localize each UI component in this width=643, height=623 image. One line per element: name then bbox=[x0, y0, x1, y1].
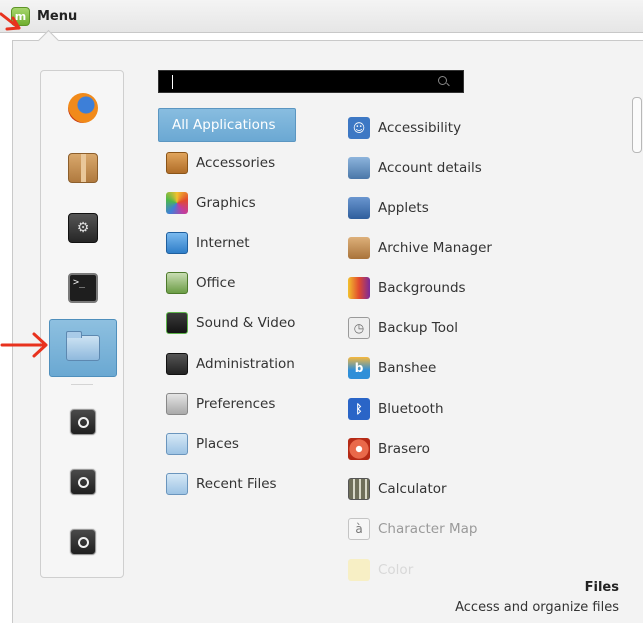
favorite-firefox[interactable] bbox=[49, 79, 117, 137]
bluetooth-icon: ᛒ bbox=[348, 398, 370, 420]
favorite-terminal[interactable]: >_ bbox=[49, 259, 117, 317]
category-accessories[interactable]: Accessories bbox=[158, 146, 318, 180]
category-graphics[interactable]: Graphics bbox=[158, 186, 318, 220]
category-recent-files[interactable]: Recent Files bbox=[158, 467, 318, 501]
firefox-icon bbox=[68, 93, 98, 123]
color-icon bbox=[348, 559, 370, 581]
app-label: Bluetooth bbox=[378, 401, 444, 417]
lock-screen-button[interactable] bbox=[49, 393, 117, 451]
disc-icon bbox=[348, 438, 370, 460]
app-backgrounds[interactable]: Backgrounds bbox=[348, 273, 466, 303]
app-label: Backup Tool bbox=[378, 320, 458, 336]
category-label: Sound & Video bbox=[196, 315, 296, 331]
logout-button[interactable] bbox=[49, 453, 117, 511]
top-panel: m Menu bbox=[0, 0, 643, 33]
category-office[interactable]: Office bbox=[158, 266, 318, 300]
app-label: Character Map bbox=[378, 521, 478, 537]
app-backup-tool[interactable]: ◷ Backup Tool bbox=[348, 313, 458, 343]
shutdown-button[interactable] bbox=[49, 513, 117, 571]
app-label: Accessibility bbox=[378, 120, 462, 136]
app-banshee[interactable]: b Banshee bbox=[348, 353, 436, 383]
app-label: Applets bbox=[378, 200, 429, 216]
archive-icon bbox=[68, 153, 98, 183]
graphics-icon bbox=[166, 192, 188, 214]
app-label: Banshee bbox=[378, 360, 437, 376]
backup-clock-icon: ◷ bbox=[348, 317, 370, 339]
app-bluetooth[interactable]: ᛒ Bluetooth bbox=[348, 394, 444, 424]
app-label: Calculator bbox=[378, 481, 447, 497]
favorites-separator bbox=[71, 384, 93, 385]
folder-icon bbox=[66, 331, 100, 361]
admin-gear-icon bbox=[166, 353, 188, 375]
internet-icon bbox=[166, 232, 188, 254]
banshee-icon: b bbox=[348, 357, 370, 379]
app-color[interactable]: Color bbox=[348, 555, 413, 585]
category-label: Preferences bbox=[196, 396, 276, 412]
menu-label: Menu bbox=[37, 8, 78, 24]
film-icon bbox=[166, 312, 188, 334]
power-icon bbox=[70, 529, 96, 555]
app-calculator[interactable]: Calculator bbox=[348, 474, 447, 504]
search-box[interactable] bbox=[158, 70, 464, 93]
text-cursor bbox=[172, 75, 173, 89]
category-internet[interactable]: Internet bbox=[158, 226, 318, 260]
app-label: Backgrounds bbox=[378, 280, 466, 296]
category-label: Recent Files bbox=[196, 476, 277, 492]
category-label: All Applications bbox=[172, 117, 276, 133]
applets-icon bbox=[348, 197, 370, 219]
favorite-archive-manager[interactable] bbox=[49, 139, 117, 197]
search-input[interactable] bbox=[159, 71, 429, 92]
terminal-icon: >_ bbox=[68, 273, 98, 303]
favorite-files[interactable] bbox=[49, 319, 117, 377]
app-account-details[interactable]: Account details bbox=[348, 153, 482, 183]
app-label: Color bbox=[378, 562, 414, 578]
category-label: Accessories bbox=[196, 155, 276, 171]
character-map-icon: à bbox=[348, 518, 370, 540]
calculator-icon bbox=[348, 478, 370, 500]
annotation-arrow-files bbox=[0, 332, 48, 358]
category-preferences[interactable]: Preferences bbox=[158, 387, 318, 421]
archive-icon bbox=[348, 237, 370, 259]
app-character-map[interactable]: à Character Map bbox=[348, 514, 477, 544]
app-applets[interactable]: Applets bbox=[348, 193, 429, 223]
category-label: Administration bbox=[196, 356, 295, 372]
category-label: Graphics bbox=[196, 195, 256, 211]
user-icon bbox=[348, 157, 370, 179]
favorite-system-settings[interactable]: ⚙ bbox=[49, 199, 117, 257]
office-icon bbox=[166, 272, 188, 294]
app-label: Account details bbox=[378, 160, 482, 176]
search-icon bbox=[438, 76, 447, 85]
category-places[interactable]: Places bbox=[158, 427, 318, 461]
app-label: Brasero bbox=[378, 441, 430, 457]
selected-app-title: Files bbox=[584, 580, 619, 595]
category-label: Office bbox=[196, 275, 236, 291]
app-brasero[interactable]: Brasero bbox=[348, 434, 430, 464]
scrollbar-thumb[interactable] bbox=[632, 97, 642, 153]
app-label: Archive Manager bbox=[378, 240, 492, 256]
backgrounds-icon bbox=[348, 277, 370, 299]
category-label: Places bbox=[196, 436, 239, 452]
accessories-icon bbox=[166, 152, 188, 174]
category-label: Internet bbox=[196, 235, 250, 251]
category-all-applications[interactable]: All Applications bbox=[158, 108, 296, 142]
app-accessibility[interactable]: ☺ Accessibility bbox=[348, 113, 461, 143]
app-archive-manager[interactable]: Archive Manager bbox=[348, 233, 492, 263]
annotation-arrow-menu bbox=[0, 12, 21, 31]
favorites-sidebar: ⚙ >_ bbox=[40, 70, 124, 578]
category-administration[interactable]: Administration bbox=[158, 347, 318, 381]
selected-app-description: Access and organize files bbox=[455, 600, 619, 615]
folder-icon bbox=[166, 433, 188, 455]
logout-icon bbox=[70, 469, 96, 495]
category-sound-video[interactable]: Sound & Video bbox=[158, 306, 318, 340]
accessibility-icon: ☺ bbox=[348, 117, 370, 139]
lock-icon bbox=[70, 409, 96, 435]
sliders-icon bbox=[166, 393, 188, 415]
gear-icon: ⚙ bbox=[68, 213, 98, 243]
recent-folder-icon bbox=[166, 473, 188, 495]
